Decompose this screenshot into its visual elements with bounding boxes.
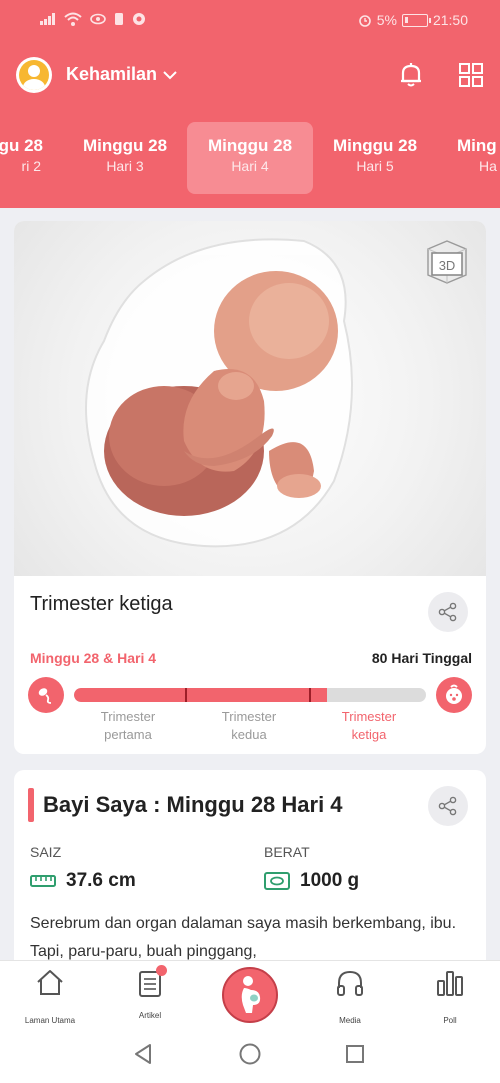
share-button[interactable] [428,592,468,632]
week-tab[interactable]: Ming Ha [437,122,500,194]
headphones-icon [337,970,363,996]
avatar[interactable] [16,57,52,93]
progress-fill [74,688,328,702]
chevron-down-icon [163,70,177,79]
baby-face-icon [446,684,462,704]
days-remaining: 80 Hari Tinggal [371,650,472,666]
eye-icon [90,13,106,25]
fetus-3d-image[interactable]: 3D [14,221,486,576]
progress-week-label: Minggu 28 & Hari 4 [30,650,157,666]
clock: 21:50 [432,12,468,28]
poll-chart-icon [437,971,463,996]
trimester-1-label: Trimester pertama [100,709,156,742]
home-circle-icon[interactable] [239,1043,261,1065]
recents-icon[interactable] [345,1044,365,1064]
trimester-divider [309,688,311,702]
nav-articles[interactable]: Artikel [110,965,190,1020]
nav-media[interactable]: Media [310,967,390,1025]
pregnant-woman-icon [241,976,261,1013]
trimester-2-label: Trimester kedua [221,709,277,742]
notification-dot [156,965,167,976]
grid-menu-icon[interactable] [458,62,484,88]
scale-icon [264,872,290,890]
bell-icon[interactable] [396,60,426,90]
svg-text:3D: 3D [439,258,456,273]
size-value: 37.6 cm [66,870,136,891]
nav-articles-label: Artikel [138,1011,162,1020]
pregnancy-center-button[interactable] [222,967,278,1023]
phone-icon [115,13,123,25]
baby-description: Serebrum dan organ dalaman saya masih be… [30,915,457,960]
ruler-icon [30,875,56,887]
weight-label: BERAT [264,844,310,860]
share-button[interactable] [428,786,468,826]
week-tab-selected[interactable]: Minggu 28 Hari 4 [187,122,313,194]
share-icon [438,796,457,816]
pregnancy-progress-bar [74,688,426,702]
app-bar: Kehamilan [0,52,500,98]
size-measurement: 37.6 cm [30,870,136,892]
week-day-tabs: gu 28 ri 2 Minggu 28 Hari 3 Minggu 28 Ha… [0,122,500,194]
system-navigation-bar [0,1023,500,1083]
settings-icon [133,13,145,25]
back-icon[interactable] [133,1043,153,1065]
size-label: SAIZ [30,844,62,860]
wifi-icon [64,12,82,26]
trimester-3-label: Trimester ketiga [341,709,397,742]
birth-marker [436,677,472,713]
sperm-icon [38,688,52,704]
conception-marker [28,677,64,713]
home-icon [37,970,63,995]
battery-icon [401,13,431,27]
view-3d-icon[interactable]: 3D [422,239,472,285]
alarm-icon [358,15,371,27]
header: 5% 21:50 Kehamilan gu 28 ri 2 Minggu 28 … [0,0,500,208]
week-tab[interactable]: Minggu 28 Hari 3 [62,122,188,194]
signal-icon [40,13,55,25]
nav-home[interactable]: Laman Utama [10,967,90,1025]
battery-percent: 5% [376,12,397,28]
nav-poll[interactable]: Poll [410,967,490,1025]
bottom-navigation: Laman Utama Artikel Media Poll [0,960,500,1025]
share-icon [438,602,457,622]
week-tab[interactable]: Minggu 28 Hari 5 [312,122,438,194]
week-tab[interactable]: gu 28 ri 2 [0,122,63,194]
app-title: Kehamilan [66,64,158,84]
weight-measurement: 1000 g [264,870,359,892]
title-accent-bar [28,788,34,822]
trimester-card: 3D Trimester ketiga Minggu 28 & Hari 4 8… [14,221,486,754]
trimester-title: Trimester ketiga [30,593,173,615]
status-bar: 5% 21:50 [0,0,500,42]
baby-card-title: Bayi Saya : Minggu 28 Hari 4 [43,792,343,817]
pregnancy-selector[interactable]: Kehamilan [66,64,177,85]
weight-value: 1000 g [300,870,360,891]
trimester-divider [185,688,187,702]
